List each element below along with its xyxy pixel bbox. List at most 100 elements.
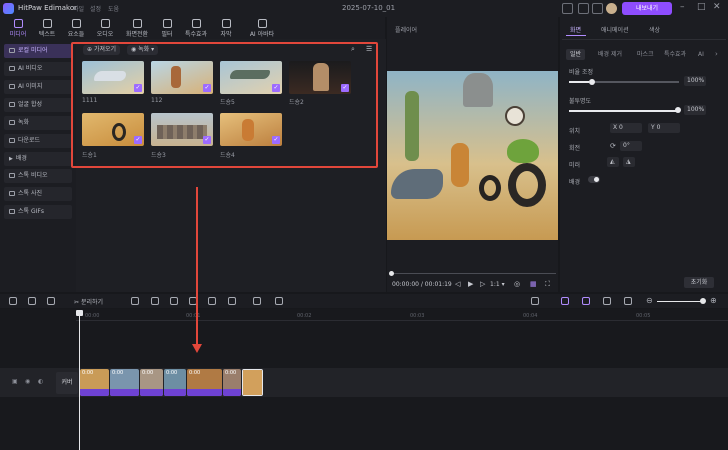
sidebar-item-ai-image[interactable]: AI 이미지 <box>4 80 72 94</box>
sidebar-item-stock-video[interactable]: 스톡 비디오 <box>4 169 72 183</box>
avatar[interactable] <box>606 3 617 14</box>
close-icon[interactable]: ✕ <box>713 2 721 12</box>
flip-horizontal-icon[interactable]: ◭ <box>607 157 619 167</box>
menu-settings[interactable]: 설정 <box>90 4 101 13</box>
tab-effects[interactable]: 특수효과 <box>180 17 212 39</box>
cart-icon[interactable] <box>592 3 603 14</box>
position-x-field[interactable]: X 0 <box>610 123 642 133</box>
reset-button[interactable]: 초기화 <box>684 277 714 288</box>
sidebar-item-record[interactable]: 녹화 <box>4 116 72 130</box>
timeline-clip-selected[interactable] <box>242 369 263 396</box>
grid-icon[interactable]: ▦ <box>530 280 537 288</box>
rotate-value-field[interactable]: 0° <box>620 141 642 151</box>
video-preview[interactable] <box>387 71 558 240</box>
snap-icon[interactable] <box>561 297 569 305</box>
subtab-mask[interactable]: 마스크 <box>633 49 658 60</box>
split-track-icon[interactable] <box>603 297 611 305</box>
gift-icon[interactable] <box>578 3 589 14</box>
snapshot-icon[interactable]: ◎ <box>514 280 520 288</box>
subtab-general[interactable]: 일반 <box>566 49 586 60</box>
sidebar-item-ai-video[interactable]: AI 비디오 <box>4 62 72 76</box>
track-visibility-icon[interactable]: ◉ <box>25 378 30 385</box>
zoom-out-icon[interactable]: ⊖ <box>646 296 653 305</box>
adjust-icon[interactable] <box>228 297 236 305</box>
scale-slider-handle[interactable] <box>589 79 595 85</box>
clip-duration: 0:00 <box>166 370 178 376</box>
export-button[interactable]: 내보내기 <box>622 2 672 15</box>
sidebar-item-local-media[interactable]: 로컬 미디어 <box>4 44 72 58</box>
chevron-right-icon[interactable]: › <box>715 50 718 58</box>
speed-icon[interactable] <box>208 297 216 305</box>
timeline-clip[interactable]: 0:00 <box>164 369 186 396</box>
crop-icon[interactable] <box>170 297 178 305</box>
ai-video-icon <box>9 66 15 71</box>
playhead[interactable] <box>79 312 80 450</box>
zoom-in-icon[interactable]: ⊕ <box>710 296 717 305</box>
position-y-field[interactable]: Y 0 <box>648 123 680 133</box>
tab-animation[interactable]: 애니메이션 <box>601 25 629 34</box>
zoom-slider[interactable] <box>657 301 703 302</box>
playhead-handle[interactable] <box>76 310 83 316</box>
timeline-clip[interactable]: 0:00 <box>140 369 163 396</box>
tab-media[interactable]: 미디어 <box>2 17 34 39</box>
opacity-slider-track[interactable] <box>569 110 679 112</box>
sidebar-item-face-swap[interactable]: 얼굴 합성 <box>4 98 72 112</box>
microphone-icon[interactable] <box>531 297 539 305</box>
subtab-effects[interactable]: 특수효과 <box>660 49 690 60</box>
track-mute-icon[interactable]: ◐ <box>38 378 43 385</box>
ai-icon[interactable] <box>275 297 283 305</box>
timeline-ruler[interactable] <box>76 309 728 321</box>
track-lock-icon[interactable]: ▣ <box>12 378 18 385</box>
monitor-icon[interactable] <box>562 3 573 14</box>
redo-icon[interactable] <box>28 297 36 305</box>
sidebar-item-background[interactable]: ▶ 배경 <box>4 152 72 166</box>
person-icon[interactable] <box>253 297 261 305</box>
timeline-clip[interactable]: 0:00 <box>187 369 222 396</box>
background-toggle[interactable] <box>588 176 600 183</box>
opacity-value-field[interactable]: 100% <box>684 105 706 115</box>
previous-frame-icon[interactable]: ◁ <box>455 280 460 288</box>
cover-button[interactable]: 커버 <box>56 372 78 394</box>
tab-text[interactable]: 텍스트 <box>31 17 63 39</box>
sidebar-item-download[interactable]: 다운로드 <box>4 134 72 148</box>
undo-icon[interactable] <box>9 297 17 305</box>
rotate-icon[interactable]: ⟳ <box>610 142 616 150</box>
subtab-remove-background[interactable]: 배경 제거 <box>594 49 626 60</box>
sidebar-item-stock-gifs[interactable]: 스톡 GIFs <box>4 205 72 219</box>
sidebar-item-label: 스톡 사진 <box>18 190 42 197</box>
tab-elements[interactable]: 요소들 <box>60 17 92 39</box>
split-button[interactable]: ✂ 분리하기 <box>74 297 103 306</box>
marker-icon[interactable] <box>131 297 139 305</box>
fit-icon[interactable] <box>624 297 632 305</box>
scrubber-handle[interactable] <box>389 271 394 276</box>
aspect-ratio-dropdown[interactable]: 1:1 ▾ <box>490 281 505 288</box>
tab-screen[interactable]: 화면 <box>570 25 581 34</box>
playback-scrubber[interactable] <box>390 273 556 274</box>
tab-audio[interactable]: 오디오 <box>89 17 121 39</box>
play-icon[interactable]: ▶ <box>468 280 473 288</box>
text-icon[interactable] <box>151 297 159 305</box>
tab-subtitle[interactable]: 자막 <box>210 17 242 39</box>
tab-color[interactable]: 색상 <box>649 25 660 34</box>
minimize-icon[interactable]: – <box>680 2 685 12</box>
opacity-slider-handle[interactable] <box>675 107 681 113</box>
subtab-ai[interactable]: AI <box>694 49 708 60</box>
delete-icon[interactable] <box>47 297 55 305</box>
zoom-slider-handle[interactable] <box>700 298 706 304</box>
flip-vertical-icon[interactable]: ◮ <box>623 157 635 167</box>
tab-filter[interactable]: 필터 <box>151 17 183 39</box>
tab-transition[interactable]: 화면전환 <box>121 17 153 39</box>
timeline-clip[interactable]: 0:00 <box>80 369 109 396</box>
fullscreen-icon[interactable]: ⛶ <box>545 280 550 289</box>
scale-slider-track[interactable] <box>569 81 679 83</box>
maximize-icon[interactable]: □ <box>697 2 706 12</box>
menu-help[interactable]: 도움 <box>108 4 119 13</box>
timeline-clip[interactable]: 0:00 <box>223 369 241 396</box>
scale-value-field[interactable]: 100% <box>684 76 706 86</box>
timeline-clip[interactable]: 0:00 <box>110 369 139 396</box>
sidebar-item-stock-photo[interactable]: 스톡 사진 <box>4 187 72 201</box>
menu-file[interactable]: 파일 <box>73 4 84 13</box>
link-icon[interactable] <box>582 297 590 305</box>
next-frame-icon[interactable]: ▷ <box>480 280 485 288</box>
tab-ai-avatar[interactable]: AI 아바타 <box>243 17 281 39</box>
